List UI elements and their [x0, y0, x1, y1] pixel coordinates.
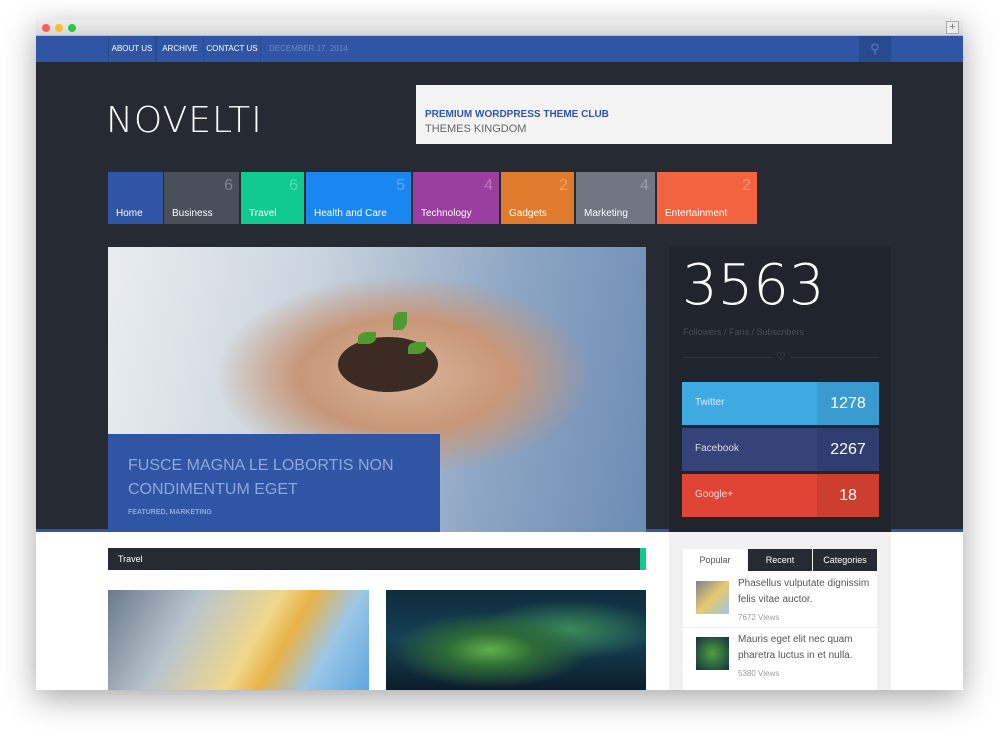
followers-total: 3563 [682, 253, 825, 318]
category-marketing[interactable]: 4 Marketing [576, 172, 655, 224]
social-count: 1278 [817, 382, 879, 425]
date: DECEMBER 17, 2014 [269, 44, 348, 53]
category-label: Marketing [584, 208, 628, 219]
category-label: Business [172, 208, 213, 219]
social-name: Google+ [695, 489, 734, 500]
category-home[interactable]: Home [108, 172, 163, 224]
category-label: Home [116, 208, 143, 219]
top-nav: ABOUT US ARCHIVE CONTACT US DECEMBER 17,… [36, 36, 963, 62]
heart-icon: ♡ [772, 350, 790, 363]
featured-title[interactable]: FUSCE MAGNA LE LOBORTIS NON CONDIMENTUM … [128, 454, 418, 502]
category-count: 6 [289, 177, 298, 194]
post-thumbnail-sailboat[interactable] [108, 590, 369, 690]
category-label: Health and Care [314, 208, 387, 219]
nav-contact-us[interactable]: CONTACT US [203, 36, 261, 62]
ad-subtitle: THEMES KINGDOM [425, 123, 527, 135]
category-entertainment[interactable]: 2 Entertainment [657, 172, 757, 224]
social-google-plus[interactable]: Google+ 18 [682, 474, 879, 517]
category-health-and-care[interactable]: 5 Health and Care [306, 172, 411, 224]
category-count: 5 [396, 177, 405, 194]
category-travel[interactable]: 6 Travel [241, 172, 304, 224]
leaf-shape [408, 342, 426, 354]
browser-window: + ABOUT US ARCHIVE CONTACT US DECEMBER 1… [36, 20, 963, 690]
category-business[interactable]: 6 Business [164, 172, 239, 224]
new-tab-button[interactable]: + [946, 21, 959, 34]
category-count: 4 [484, 177, 493, 194]
nav-archive[interactable]: ARCHIVE [156, 36, 204, 62]
featured-caption: FUSCE MAGNA LE LOBORTIS NON CONDIMENTUM … [108, 434, 440, 532]
search-icon[interactable]: ⚲ [859, 36, 891, 62]
logo[interactable]: NOVELTI [106, 100, 263, 141]
social-facebook[interactable]: Facebook 2267 [682, 428, 879, 471]
category-count: 6 [224, 177, 233, 194]
category-gadgets[interactable]: 2 Gadgets [501, 172, 574, 224]
category-label: Gadgets [509, 208, 547, 219]
featured-meta[interactable]: FEATURED, MARKETING [128, 509, 212, 516]
category-technology[interactable]: 4 Technology [413, 172, 499, 224]
post-title[interactable]: Mauris eget elit nec quam pharetra luctu… [738, 632, 878, 664]
post-thumbnail [696, 637, 729, 670]
category-label: Technology [421, 208, 472, 219]
sidebar-tabs-widget: Popular Recent Categories Phasellus vulp… [669, 532, 891, 690]
featured-post[interactable]: FUSCE MAGNA LE LOBORTIS NON CONDIMENTUM … [108, 247, 646, 532]
section-header-travel: Travel [108, 548, 646, 570]
social-name: Facebook [695, 443, 739, 454]
tab-categories[interactable]: Categories [813, 549, 877, 571]
post-title[interactable]: Phasellus vulputate dignissim felis vita… [738, 576, 878, 608]
social-twitter[interactable]: Twitter 1278 [682, 382, 879, 425]
ad-title: PREMIUM WORDPRESS THEME CLUB [425, 109, 609, 120]
post-views: 5380 Views [738, 669, 780, 678]
header-area: NOVELTI PREMIUM WORDPRESS THEME CLUB THE… [36, 62, 963, 532]
post-views: 7672 Views [738, 613, 780, 622]
divider [683, 627, 877, 628]
minimize-button[interactable] [55, 24, 63, 32]
category-count: 4 [640, 177, 649, 194]
followers-label: Followers / Fans / Subscribers [683, 327, 805, 337]
post-thumbnail-earth[interactable] [386, 590, 646, 690]
close-button[interactable] [42, 24, 50, 32]
popular-posts: Phasellus vulputate dignissim felis vita… [683, 571, 877, 690]
post-thumbnail [696, 581, 729, 614]
category-count: 2 [559, 177, 568, 194]
social-count: 18 [817, 474, 879, 517]
title-bar: + [36, 20, 963, 36]
leaf-shape [393, 312, 407, 330]
category-label: Travel [249, 208, 277, 219]
tab-recent[interactable]: Recent [748, 549, 812, 571]
nav-about-us[interactable]: ABOUT US [108, 36, 156, 62]
social-count: 2267 [817, 428, 879, 471]
followers-widget: 3563 Followers / Fans / Subscribers ♡ Tw… [669, 247, 891, 532]
social-name: Twitter [695, 397, 725, 408]
maximize-button[interactable] [68, 24, 76, 32]
leaf-shape [358, 332, 376, 344]
ad-banner[interactable]: PREMIUM WORDPRESS THEME CLUB THEMES KING… [416, 85, 892, 144]
category-count: 2 [742, 177, 751, 194]
tab-popular[interactable]: Popular [683, 549, 747, 571]
category-label: Entertainment [665, 208, 728, 219]
